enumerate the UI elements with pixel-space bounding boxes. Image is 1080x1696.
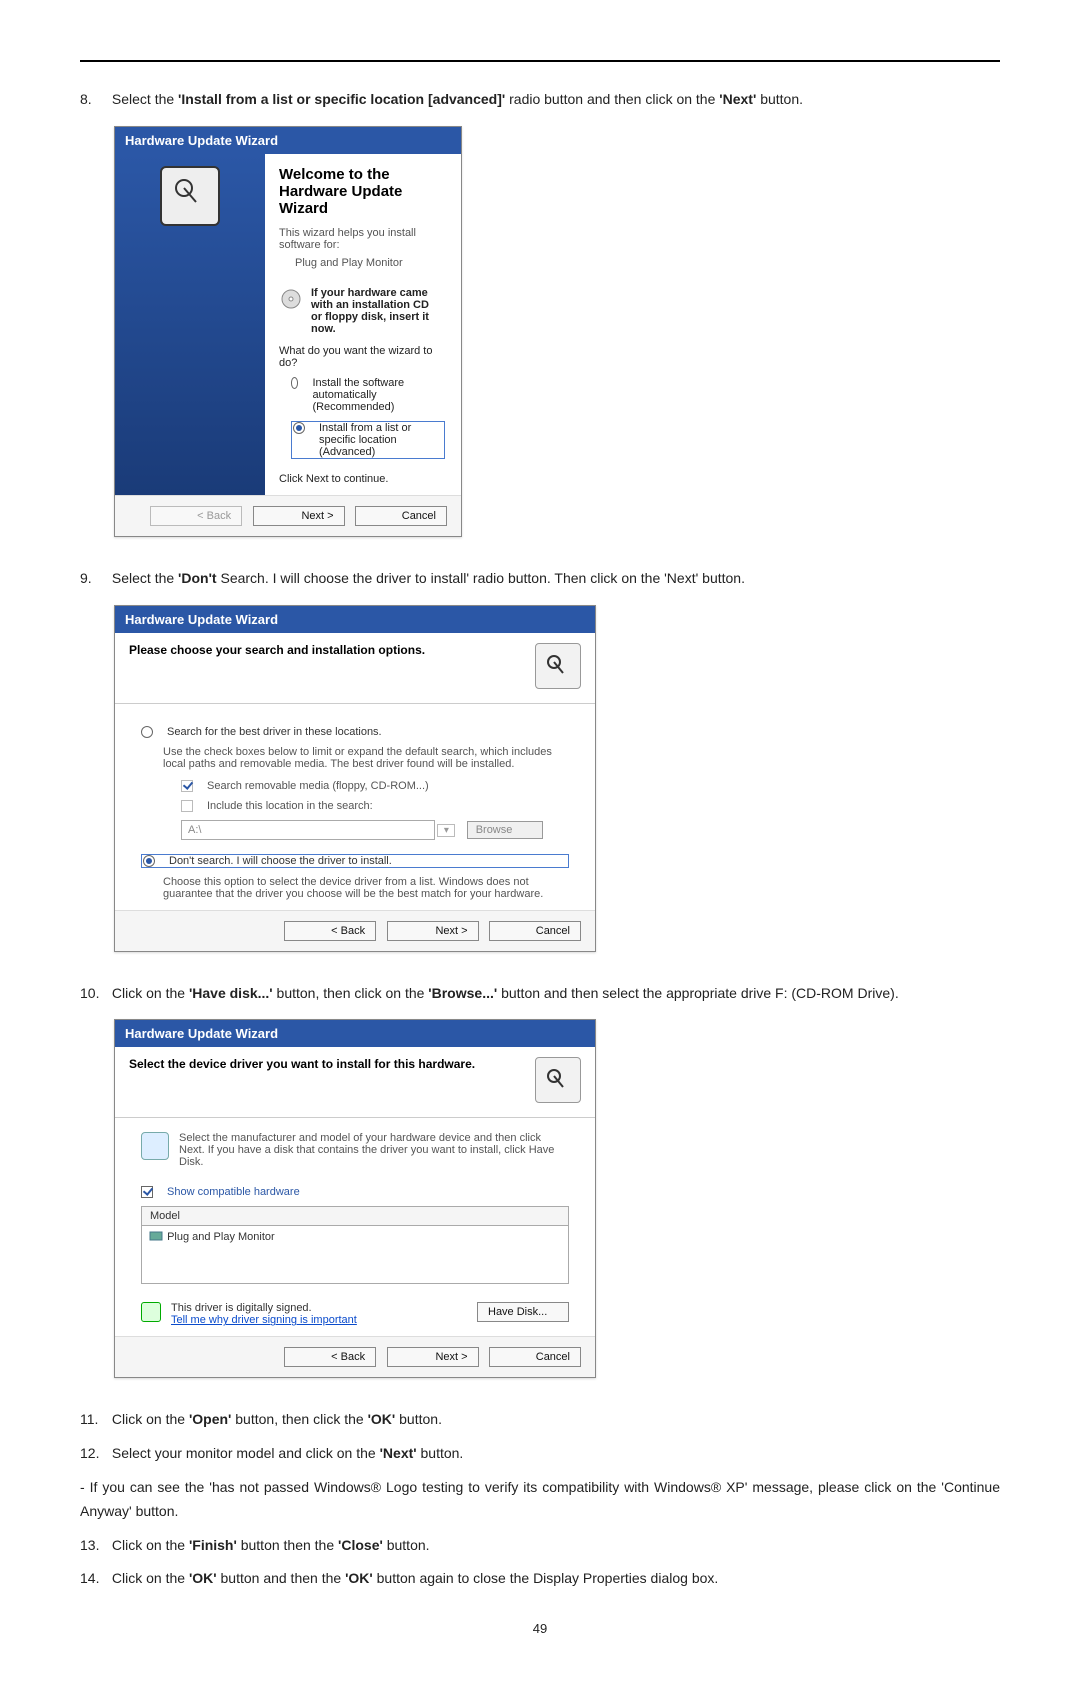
divider-top [80,60,1000,62]
step-11: 11. Click on the 'Open' button, then cli… [80,1408,1000,1432]
model-column-header: Model [142,1207,568,1226]
wizard1-back-button: < Back [150,506,242,526]
wizard-icon [160,166,220,226]
browse-button[interactable]: Browse [467,821,543,839]
wizard2-back-button[interactable]: < Back [284,921,376,941]
radio-list-location-label: Install from a list or specific location… [319,422,443,458]
wizard1-continue: Click Next to continue. [279,473,445,485]
wizard1-cd-line2: or floppy disk, insert it now. [311,311,429,335]
hardware-wizard-select-driver: Hardware Update Wizard Select the device… [114,1019,596,1378]
step-9-number: 9. [80,567,108,591]
wizard1-title: Hardware Update Wizard [115,127,461,154]
wizard1-device: Plug and Play Monitor [295,257,445,269]
page-number: 49 [80,1621,1000,1636]
cd-icon [279,287,303,311]
wizard2-opt2-desc: Choose this option to select the device … [163,876,569,900]
location-path-input[interactable]: A:\ [181,820,435,840]
checkbox-show-compatible-label: Show compatible hardware [167,1186,300,1198]
radio-list-location[interactable] [293,422,305,434]
wizard3-heading: Select the device driver you want to ins… [129,1057,525,1071]
checkbox-removable-media[interactable] [181,780,193,792]
radio-search-best[interactable] [141,726,153,738]
wizard3-cancel-button[interactable]: Cancel [489,1347,581,1367]
driver-signed-text: This driver is digitally signed. [171,1302,312,1314]
radio-auto-install-label: Install the software automatically (Reco… [312,377,445,413]
step-8: 8. Select the 'Install from a list or sp… [80,88,1000,112]
wizard1-next-button[interactable]: Next > [253,506,345,526]
signing-info-link[interactable]: Tell me why driver signing is important [171,1314,357,1326]
step-12-number: 12. [80,1442,108,1466]
wizard2-cancel-button[interactable]: Cancel [489,921,581,941]
wizard2-heading: Please choose your search and installati… [129,643,525,657]
wizard2-next-button[interactable]: Next > [387,921,479,941]
wizard2-title: Hardware Update Wizard [115,606,595,633]
wizard1-side-graphic [115,154,265,495]
wizard-icon [535,1057,581,1103]
step-12: 12. Select your monitor model and click … [80,1442,1000,1466]
step-11-number: 11. [80,1408,108,1432]
wizard3-next-button[interactable]: Next > [387,1347,479,1367]
wizard1-cd-line1: If your hardware came with an installati… [311,287,429,311]
step-14-number: 14. [80,1567,108,1591]
step-13: 13. Click on the 'Finish' button then th… [80,1534,1000,1558]
wizard1-question: What do you want the wizard to do? [279,345,445,369]
step-10-number: 10. [80,982,108,1006]
checkbox-show-compatible[interactable] [141,1186,153,1198]
signed-icon [141,1302,161,1322]
have-disk-button[interactable]: Have Disk... [477,1302,569,1322]
wizard1-heading: Welcome to the Hardware Update Wizard [279,166,445,217]
hardware-wizard-search-options: Hardware Update Wizard Please choose you… [114,605,596,952]
model-list: Model Plug and Play Monitor [141,1206,569,1284]
wizard1-cancel-button[interactable]: Cancel [355,506,447,526]
radio-auto-install[interactable] [291,377,298,389]
wizard-icon [535,643,581,689]
radio-search-best-label: Search for the best driver in these loca… [167,726,382,738]
dropdown-icon[interactable]: ▾ [437,824,455,837]
wizard3-back-button[interactable]: < Back [284,1347,376,1367]
wizard3-title: Hardware Update Wizard [115,1020,595,1047]
hardware-wizard-welcome: Hardware Update Wizard Welcome to the Ha… [114,126,462,537]
checkbox-removable-media-label: Search removable media (floppy, CD-ROM..… [207,780,429,792]
checkbox-include-location-label: Include this location in the search: [207,800,373,812]
checkbox-include-location[interactable] [181,800,193,812]
step-14: 14. Click on the 'OK' button and then th… [80,1567,1000,1591]
step-9: 9. Select the 'Don't Search. I will choo… [80,567,1000,591]
step-8-number: 8. [80,88,108,112]
compat-note: - If you can see the 'has not passed Win… [80,1476,1000,1524]
driver-icon [141,1132,169,1160]
step-13-number: 13. [80,1534,108,1558]
wizard2-opt1-desc: Use the check boxes below to limit or ex… [163,746,569,770]
model-row-pnp[interactable]: Plug and Play Monitor [142,1226,568,1283]
wizard1-help: This wizard helps you install software f… [279,227,445,251]
wizard3-desc: Select the manufacturer and model of you… [179,1132,569,1168]
radio-dont-search[interactable] [143,855,155,867]
step-10: 10. Click on the 'Have disk...' button, … [80,982,1000,1006]
radio-dont-search-label: Don't search. I will choose the driver t… [169,855,392,867]
